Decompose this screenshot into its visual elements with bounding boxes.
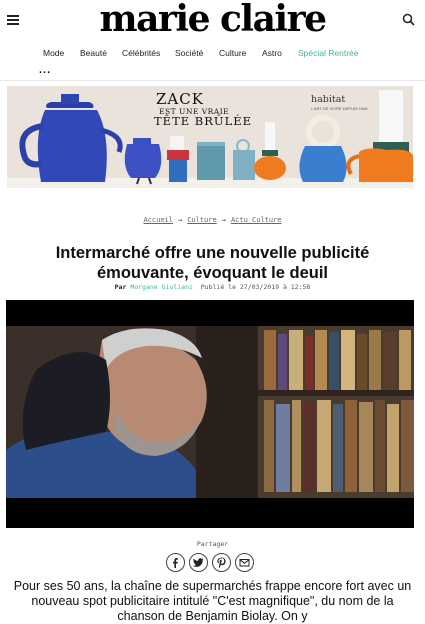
nav-item-astro[interactable]: Astro	[262, 48, 282, 58]
nav-item-celebrites[interactable]: Célébrités	[122, 48, 160, 58]
nav-item-beaute[interactable]: Beauté	[80, 48, 107, 58]
mail-icon	[239, 559, 250, 567]
breadcrumb: Accueil → Culture → Actu Culture	[0, 216, 425, 224]
facebook-icon	[173, 558, 178, 568]
breadcrumb-accueil[interactable]: Accueil	[143, 216, 173, 224]
article-byline: Par Morgane Giuliani Publié le 27/03/201…	[0, 283, 425, 291]
ad-subline-2: TÊTE BRÛLÉE	[154, 114, 253, 128]
ad-headline: ZACK	[156, 90, 204, 108]
nav-item-mode[interactable]: Mode	[43, 48, 64, 58]
share-label: Partager	[196, 540, 229, 548]
breadcrumb-actu-culture[interactable]: Actu Culture	[231, 216, 282, 224]
nav-item-societe[interactable]: Société	[175, 48, 203, 58]
breadcrumb-culture[interactable]: Culture	[187, 216, 217, 224]
ad-tagline: L'ART DE VIVRE DEPUIS 1964	[311, 106, 368, 111]
video-frame-image	[6, 300, 414, 528]
share-pinterest-button[interactable]	[212, 553, 231, 572]
share-twitter-button[interactable]	[189, 553, 208, 572]
main-nav: Mode Beauté Célébrités Société Culture A…	[0, 48, 425, 62]
share-mail-button[interactable]	[235, 553, 254, 572]
nav-item-culture[interactable]: Culture	[219, 48, 246, 58]
article-lead: Pour ses 50 ans, la chaîne de supermarch…	[13, 579, 412, 623]
breadcrumb-separator: →	[221, 216, 226, 224]
author-link[interactable]: Morgane Giuliani	[130, 283, 193, 291]
pinterest-icon	[217, 557, 226, 568]
more-menu-icon[interactable]: ...	[39, 65, 51, 76]
site-logo[interactable]: marie claire	[0, 0, 425, 40]
site-header: marie claire Mode Beauté Célébrités Soci…	[0, 0, 425, 81]
share-facebook-button[interactable]	[166, 553, 185, 572]
breadcrumb-separator: →	[177, 216, 183, 224]
publish-date: Publié le 27/03/2019 à 12:58	[200, 283, 311, 291]
search-icon[interactable]	[402, 13, 416, 27]
twitter-icon	[193, 558, 204, 567]
article-title: Intermarché offre une nouvelle publicité…	[55, 244, 370, 283]
ad-brand-logo: habitat	[311, 94, 346, 105]
byline-prefix: Par	[114, 283, 127, 291]
ad-illustration	[7, 90, 413, 188]
ad-banner[interactable]: ZACK EST UNE VRAIE TÊTE BRÛLÉE habitat L…	[7, 86, 413, 188]
article-video[interactable]	[6, 300, 414, 528]
nav-item-special-rentree[interactable]: Spécial Rentrée	[298, 48, 358, 58]
